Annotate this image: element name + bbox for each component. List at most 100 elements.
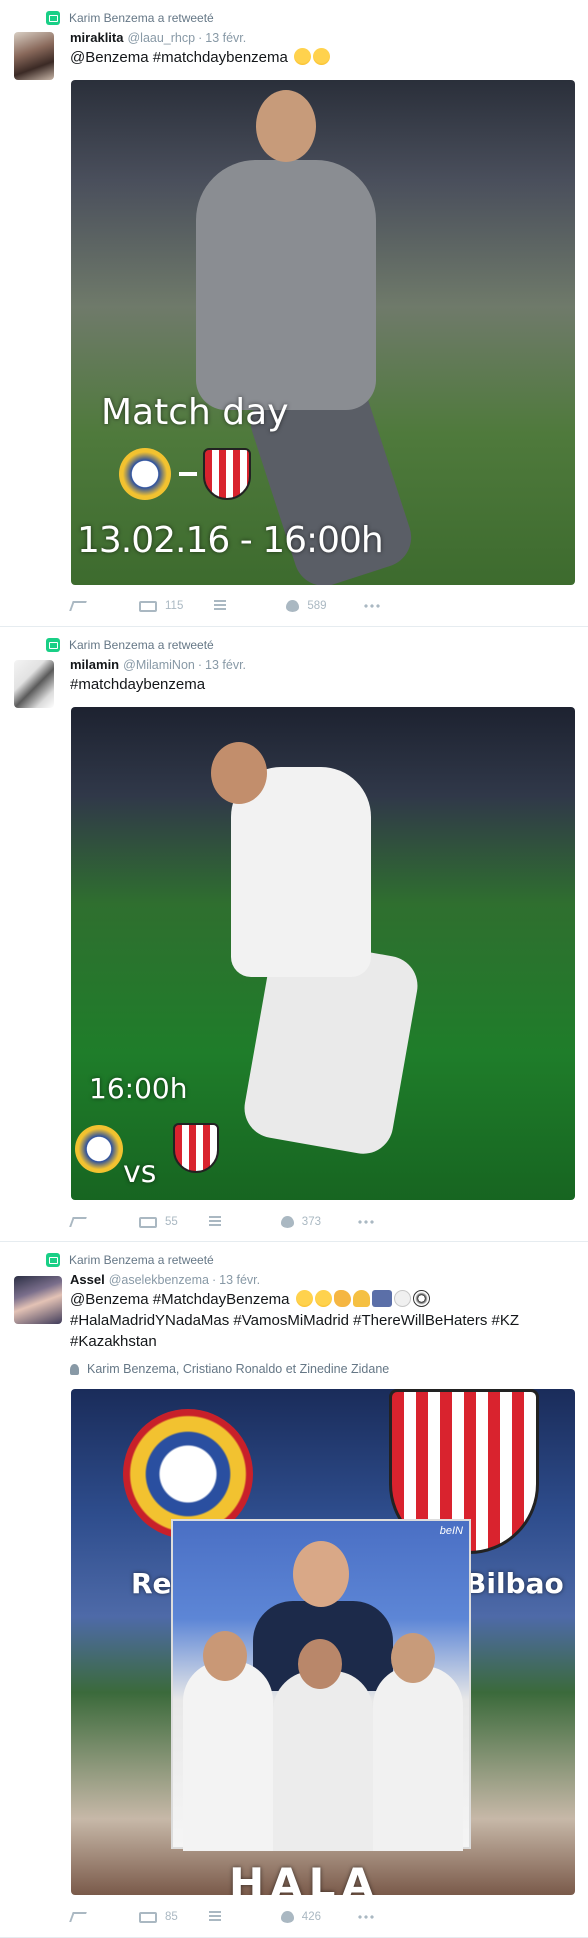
real-madrid-crest-icon [75, 1125, 123, 1173]
heart-icon [280, 1911, 294, 1923]
white-circle-emoji-icon [393, 1290, 411, 1307]
image-caption-time: 16:00h [89, 1072, 188, 1105]
like-button[interactable]: 426 [280, 1911, 357, 1923]
more-icon[interactable] [362, 604, 381, 608]
avatar[interactable] [14, 1276, 62, 1324]
tweet-actions: 55 373 [69, 1214, 375, 1230]
retweet-button[interactable]: 55 [139, 1216, 209, 1228]
stack-icon[interactable] [214, 600, 227, 612]
tweet-text-content: @Benzema #MatchdayBenzema [70, 1291, 290, 1308]
tweet-text: #matchdaybenzema [70, 676, 206, 693]
retweet-icon [139, 1911, 157, 1923]
author-name[interactable]: Assel [70, 1272, 105, 1287]
retweet-button[interactable]: 85 [139, 1911, 209, 1923]
retweet-icon [46, 638, 60, 652]
retweet-icon [139, 600, 157, 612]
retweeted-by-text: Karim Benzema a retweeté [69, 638, 214, 652]
more-icon[interactable] [356, 1915, 375, 1919]
heart-icon [280, 1216, 294, 1228]
muscle-emoji-icon [333, 1290, 351, 1307]
stack-icon[interactable] [208, 1216, 221, 1228]
retweet-icon [139, 1216, 157, 1228]
tweet-actions: 85 426 [69, 1909, 375, 1925]
kiss-emoji-icon [314, 1290, 332, 1307]
separator-dot: · [198, 31, 203, 45]
tweet-date[interactable]: 13 févr. [205, 31, 246, 45]
tweet-image[interactable]: Real Bilbao beIN HALA [71, 1389, 575, 1895]
like-count: 426 [301, 1911, 321, 1923]
reply-icon[interactable] [69, 601, 87, 611]
person-icon [70, 1363, 79, 1375]
player-figure [196, 160, 376, 410]
author-handle[interactable]: @laau_rhcp [127, 31, 195, 45]
player-figure [183, 1661, 273, 1851]
tagged-people-text: Karim Benzema, Cristiano Ronaldo et Zine… [87, 1362, 390, 1376]
retweeted-by-line: Karim Benzema a retweeté [46, 637, 214, 653]
tweet-text-line: #Kazakhstan [70, 1333, 157, 1350]
blush-emoji-icon [294, 48, 312, 65]
bein-logo: beIN [439, 1525, 463, 1537]
tweet-text: @Benzema #matchdaybenzema [70, 47, 570, 68]
reply-icon[interactable] [69, 1217, 87, 1227]
author-name[interactable]: milamin [70, 657, 119, 672]
tagged-people[interactable]: Karim Benzema, Cristiano Ronaldo et Zine… [70, 1362, 389, 1376]
image-caption-bilbao: Bilbao [465, 1567, 564, 1600]
author-handle[interactable]: @aselekbenzema [109, 1273, 209, 1287]
blush-emoji-icon [313, 48, 331, 65]
stack-icon[interactable] [208, 1911, 221, 1923]
retweeted-by-text: Karim Benzema a retweeté [69, 11, 214, 25]
player-figure [298, 1639, 342, 1689]
tweet-text: @Benzema #MatchdayBenzema #HalaMadridYNa… [70, 1289, 570, 1352]
tweet-date[interactable]: 13 févr. [219, 1273, 260, 1287]
real-madrid-crest-icon [119, 448, 171, 500]
player-figure [273, 1671, 373, 1851]
retweet-icon [46, 11, 60, 25]
retweet-button[interactable]: 115 [139, 600, 214, 612]
pray-emoji-icon [352, 1290, 370, 1307]
tweet-text-line: @Benzema #MatchdayBenzema [70, 1289, 570, 1310]
separator-dot: · [197, 658, 203, 672]
player-figure [256, 90, 316, 162]
reply-icon[interactable] [69, 1912, 87, 1922]
player-figure [391, 1633, 435, 1683]
tweet-image[interactable]: Match day 13.02.16 - 16:00h [71, 80, 575, 585]
more-icon[interactable] [356, 1220, 375, 1224]
tweet-actions: 115 589 [69, 598, 381, 614]
dash-divider [179, 472, 197, 476]
heart-icon [286, 600, 300, 612]
soccer-ball-emoji-icon [412, 1290, 430, 1307]
retweet-count: 115 [165, 600, 184, 612]
author-name[interactable]: miraklita [70, 30, 123, 45]
tweet-header: milamin @MilamiNon · 13 févr. [70, 657, 246, 675]
player-figure [373, 1666, 463, 1851]
tweet-date[interactable]: 13 févr. [205, 658, 246, 672]
players-collage: beIN [171, 1519, 471, 1851]
image-caption-hala: HALA [229, 1859, 380, 1895]
retweet-count: 55 [165, 1216, 178, 1228]
like-count: 373 [301, 1216, 321, 1228]
image-caption-datetime: 13.02.16 - 16:00h [77, 520, 384, 561]
tweet-header: Assel @aselekbenzema · 13 févr. [70, 1272, 260, 1290]
like-button[interactable]: 589 [286, 600, 362, 612]
retweeted-by-line: Karim Benzema a retweeté [46, 10, 214, 26]
retweeted-by-line: Karim Benzema a retweeté [46, 1252, 214, 1268]
tweet-text-line: #HalaMadridYNadaMas #VamosMiMadrid #Ther… [70, 1312, 520, 1329]
image-caption-match: Match day [101, 392, 289, 433]
tweet-card[interactable]: Karim Benzema a retweeté miraklita @laau… [0, 0, 588, 627]
athletic-club-crest-icon [203, 448, 251, 500]
avatar[interactable] [14, 32, 54, 80]
top-emoji-icon [371, 1290, 392, 1307]
tweet-image[interactable]: 16:00h vs [71, 707, 575, 1200]
tweet-header: miraklita @laau_rhcp · 13 févr. [70, 30, 246, 48]
retweet-icon [46, 1253, 60, 1267]
like-count: 589 [307, 600, 327, 612]
retweet-count: 85 [165, 1911, 178, 1923]
separator-dot: · [211, 1273, 217, 1287]
author-handle[interactable]: @MilamiNon [123, 658, 195, 672]
coach-figure [293, 1541, 349, 1607]
like-button[interactable]: 373 [280, 1216, 357, 1228]
player-figure [203, 1631, 247, 1681]
image-caption-vs: vs [123, 1155, 157, 1190]
athletic-club-crest-icon [173, 1123, 219, 1173]
avatar[interactable] [14, 660, 54, 708]
